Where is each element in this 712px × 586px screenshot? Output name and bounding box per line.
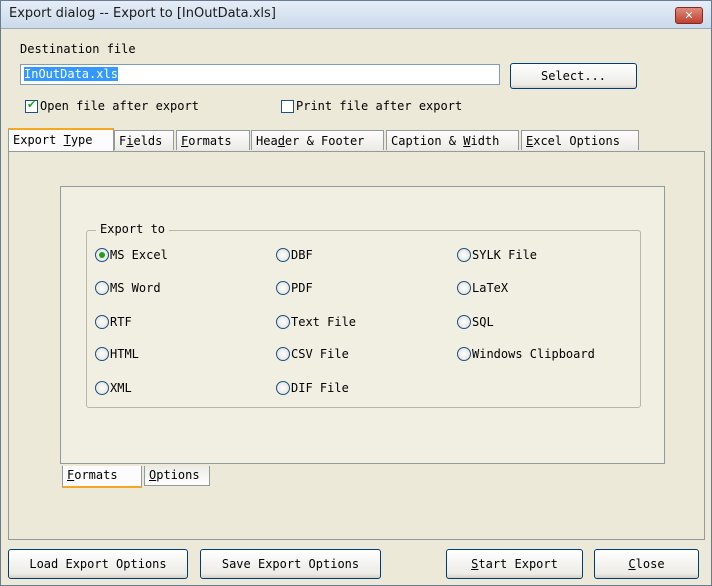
radio-rtf[interactable]: RTF — [95, 315, 132, 329]
tab-excel-options[interactable]: Excel Options — [521, 130, 639, 150]
radio-latex[interactable]: LaTeX — [457, 281, 508, 295]
radio-circle[interactable] — [457, 248, 471, 262]
subtab-options[interactable]: Options — [144, 466, 210, 486]
open-after-export-checkbox[interactable] — [25, 98, 38, 113]
open-after-export-label[interactable]: Open file after export — [40, 99, 199, 113]
radio-sql[interactable]: SQL — [457, 315, 494, 329]
window-title: Export dialog -- Export to [InOutData.xl… — [9, 6, 276, 21]
radio-circle[interactable] — [276, 248, 290, 262]
radio-circle[interactable] — [457, 347, 471, 361]
close-window-button[interactable]: ✕ — [675, 7, 703, 24]
save-export-options-button[interactable]: Save Export Options — [200, 549, 381, 579]
radio-circle[interactable] — [276, 347, 290, 361]
radio-html[interactable]: HTML — [95, 347, 139, 361]
radio-text-file[interactable]: Text File — [276, 315, 356, 329]
tab-caption-width[interactable]: Caption & Width — [386, 130, 519, 150]
subtab-formats[interactable]: Formats — [62, 466, 142, 488]
radio-circle[interactable] — [276, 281, 290, 295]
radio-csv-file[interactable]: CSV File — [276, 347, 349, 361]
tab-fields[interactable]: Fields — [114, 130, 174, 150]
start-export-button[interactable]: Start Export — [446, 549, 583, 579]
radio-xml[interactable]: XML — [95, 381, 132, 395]
title-bar: Export dialog -- Export to [InOutData.xl… — [1, 1, 711, 29]
radio-circle[interactable] — [276, 381, 290, 395]
radio-pdf[interactable]: PDF — [276, 281, 313, 295]
export-to-group — [86, 230, 641, 408]
close-icon[interactable]: ✕ — [684, 9, 693, 22]
radio-ms-excel[interactable]: MS Excel — [95, 248, 168, 262]
radio-circle[interactable] — [457, 281, 471, 295]
radio-circle[interactable] — [95, 248, 109, 262]
tab-export-type[interactable]: Export Type — [8, 128, 114, 151]
radio-sylk-file[interactable]: SYLK File — [457, 248, 537, 262]
print-after-export-label[interactable]: Print file after export — [296, 99, 462, 113]
destination-file-label: Destination file — [20, 42, 136, 56]
radio-circle[interactable] — [276, 315, 290, 329]
radio-circle[interactable] — [95, 347, 109, 361]
radio-circle[interactable] — [457, 315, 471, 329]
radio-windows-clipboard[interactable]: Windows Clipboard — [457, 347, 595, 361]
tab-formats[interactable]: Formats — [176, 130, 250, 150]
destination-file-input[interactable]: InOutData.xls — [20, 64, 500, 85]
radio-ms-word[interactable]: MS Word — [95, 281, 161, 295]
destination-file-value[interactable]: InOutData.xls — [24, 67, 118, 81]
radio-circle[interactable] — [95, 381, 109, 395]
select-file-button[interactable]: Select... — [510, 63, 637, 89]
radio-circle[interactable] — [95, 281, 109, 295]
close-button[interactable]: Close — [594, 549, 699, 579]
print-after-export-checkbox[interactable] — [281, 100, 294, 113]
radio-dif-file[interactable]: DIF File — [276, 381, 349, 395]
load-export-options-button[interactable]: Load Export Options — [8, 549, 188, 579]
radio-dbf[interactable]: DBF — [276, 248, 313, 262]
export-to-legend: Export to — [96, 222, 170, 236]
radio-circle[interactable] — [95, 315, 109, 329]
tab-header-footer[interactable]: Header & Footer — [251, 130, 384, 150]
